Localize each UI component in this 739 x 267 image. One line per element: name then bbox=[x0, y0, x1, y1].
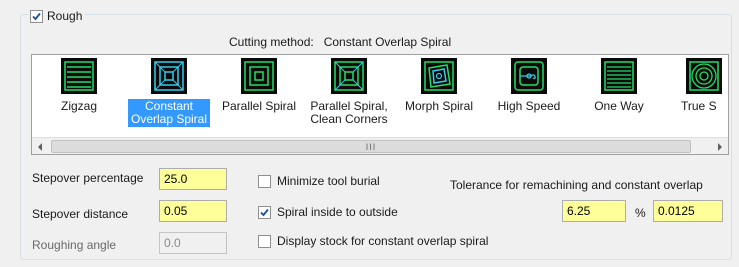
chevron-left-icon bbox=[38, 142, 42, 151]
strategy-label: One Way bbox=[594, 99, 644, 113]
checkmark-icon bbox=[32, 12, 41, 20]
cutting-method: Cutting method: Constant Overlap Spiral bbox=[229, 35, 451, 49]
zigzag-icon bbox=[61, 58, 97, 94]
strategy-constant-overlap-spiral[interactable]: Constant Overlap Spiral bbox=[124, 55, 214, 127]
strategy-true-spiral[interactable]: True S bbox=[664, 55, 728, 114]
strategy-list[interactable]: Zigzag Constant Overlap Spiral Parallel … bbox=[31, 54, 729, 155]
stepover-distance-input[interactable] bbox=[159, 200, 227, 222]
strategy-label: Constant Overlap Spiral bbox=[127, 99, 211, 127]
strategy-label: Parallel Spiral, Clean Corners bbox=[310, 99, 388, 126]
strategy-label: Morph Spiral bbox=[404, 99, 474, 113]
display-stock-checkbox[interactable] bbox=[258, 234, 271, 248]
stepover-distance-label: Stepover distance bbox=[32, 207, 129, 221]
chevron-right-icon bbox=[718, 142, 722, 151]
strategy-zigzag[interactable]: Zigzag bbox=[34, 55, 124, 114]
strategy-label: Parallel Spiral bbox=[221, 99, 297, 113]
spiral-inside-to-outside-option[interactable]: Spiral inside to outside bbox=[258, 205, 398, 219]
strategy-morph-spiral[interactable]: Morph Spiral bbox=[394, 55, 484, 114]
spiral-inside-to-outside-checkbox[interactable] bbox=[258, 205, 271, 219]
parallel-spiral-clean-corners-icon bbox=[331, 58, 367, 94]
roughing-angle-label: Roughing angle bbox=[32, 238, 117, 252]
tolerance-label: Tolerance for remachining and constant o… bbox=[450, 178, 703, 192]
scroll-right-arrow[interactable] bbox=[711, 138, 728, 155]
scroll-thumb-grip: III bbox=[365, 141, 377, 152]
rough-label: Rough bbox=[47, 9, 83, 23]
scroll-left-arrow[interactable] bbox=[32, 138, 49, 155]
morph-spiral-icon bbox=[421, 58, 457, 94]
tolerance-percent-input[interactable] bbox=[562, 200, 626, 222]
minimize-tool-burial-option[interactable]: Minimize tool burial bbox=[258, 174, 380, 188]
strategy-high-speed[interactable]: High Speed bbox=[484, 55, 574, 114]
constant-overlap-spiral-icon bbox=[151, 58, 187, 94]
roughing-angle-input bbox=[159, 232, 227, 254]
high-speed-icon bbox=[511, 58, 547, 94]
tolerance-absolute-input[interactable] bbox=[653, 200, 723, 222]
horizontal-scrollbar[interactable]: III bbox=[32, 137, 728, 154]
strategy-parallel-spiral[interactable]: Parallel Spiral bbox=[214, 55, 304, 114]
strategy-parallel-spiral-clean-corners[interactable]: Parallel Spiral, Clean Corners bbox=[304, 55, 394, 127]
rough-checkbox[interactable] bbox=[30, 9, 43, 23]
cutting-method-label: Cutting method: bbox=[229, 35, 314, 49]
stepover-percentage-input[interactable] bbox=[159, 168, 227, 190]
cutting-method-value: Constant Overlap Spiral bbox=[323, 35, 452, 49]
parallel-spiral-icon bbox=[241, 58, 277, 94]
display-stock-option[interactable]: Display stock for constant overlap spira… bbox=[258, 234, 488, 248]
strategy-label: Zigzag bbox=[60, 99, 98, 113]
strategy-one-way[interactable]: One Way bbox=[574, 55, 664, 114]
minimize-tool-burial-label: Minimize tool burial bbox=[277, 174, 380, 188]
strategy-label: High Speed bbox=[497, 99, 561, 113]
checkmark-icon bbox=[260, 208, 269, 216]
scroll-thumb[interactable]: III bbox=[51, 140, 691, 153]
rough-legend[interactable]: Rough bbox=[28, 8, 86, 24]
minimize-tool-burial-checkbox[interactable] bbox=[258, 174, 271, 188]
true-spiral-icon bbox=[686, 58, 722, 94]
spiral-inside-to-outside-label: Spiral inside to outside bbox=[277, 205, 398, 219]
percent-sign: % bbox=[635, 206, 646, 220]
one-way-icon bbox=[601, 58, 637, 94]
strategy-label: True S bbox=[681, 99, 717, 113]
stepover-percentage-label: Stepover percentage bbox=[32, 171, 144, 185]
display-stock-label: Display stock for constant overlap spira… bbox=[277, 234, 489, 248]
